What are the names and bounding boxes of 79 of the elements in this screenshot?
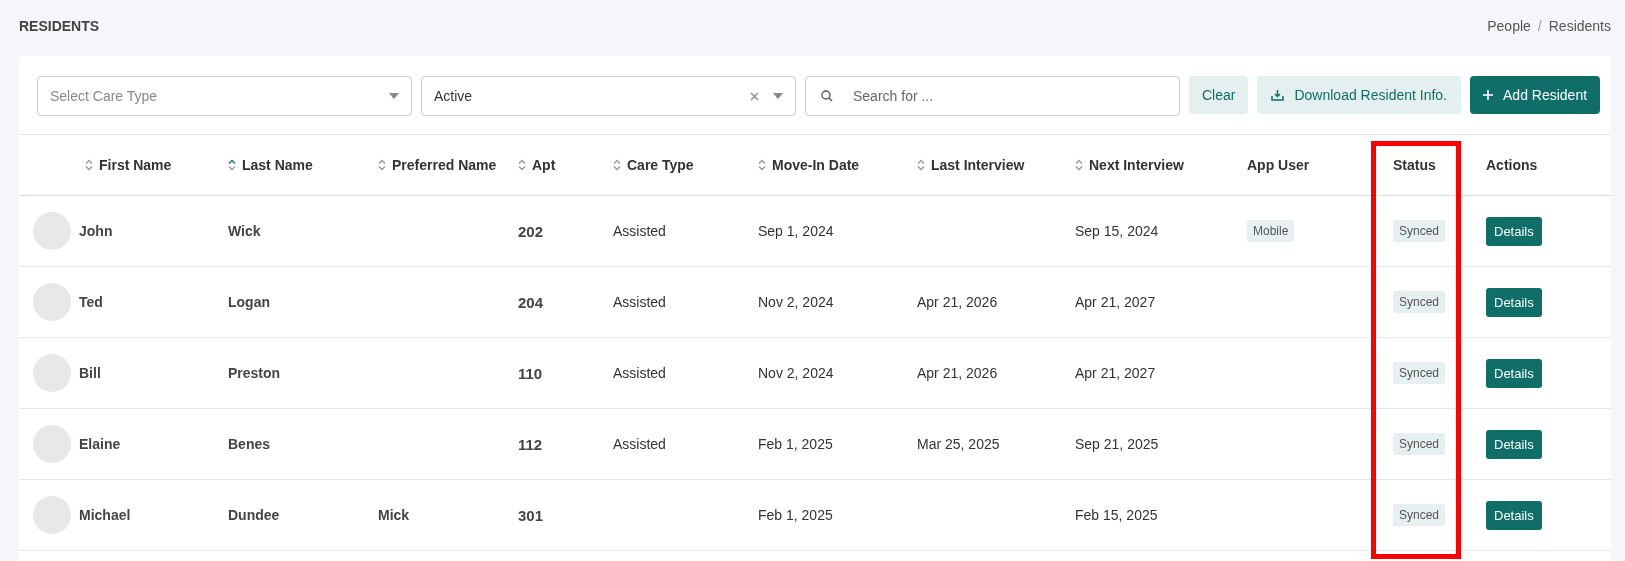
first-name: Ted — [79, 294, 103, 310]
apartment-number: 204 — [518, 293, 544, 311]
status-tag: Synced — [1393, 504, 1446, 526]
preferred-name: Mick — [378, 507, 410, 523]
next-interview-date: Sep 15, 2024 — [1075, 223, 1159, 239]
status-tag: Synced — [1393, 220, 1446, 242]
sort-icon[interactable] — [228, 159, 236, 171]
column-header: First Name — [99, 157, 172, 173]
clear-button[interactable]: Clear — [1189, 76, 1249, 114]
care-type: Assisted — [613, 294, 666, 310]
move-in-date: Nov 2, 2024 — [758, 294, 834, 310]
sort-icon[interactable] — [1075, 159, 1083, 171]
care-type: Assisted — [613, 223, 666, 239]
caret-icon — [773, 93, 783, 99]
first-name: John — [79, 223, 113, 239]
first-name: Bill — [79, 365, 101, 381]
column-header: Status — [1393, 157, 1436, 173]
breadcrumb-link[interactable]: Residents — [1548, 18, 1611, 34]
details-button[interactable]: Details — [1486, 287, 1542, 317]
sort-icon[interactable] — [917, 159, 925, 171]
move-in-date: Feb 1, 2025 — [758, 436, 833, 452]
apartment-number: 202 — [518, 222, 544, 240]
first-name: Michael — [79, 507, 131, 523]
last-name: Wick — [228, 223, 261, 239]
column-header: Care Type — [627, 157, 694, 173]
caret-icon — [389, 93, 399, 99]
last-name: Preston — [228, 365, 281, 381]
last-name: Benes — [228, 436, 271, 452]
details-button[interactable]: Details — [1486, 500, 1542, 530]
column-header: Next Interview — [1089, 157, 1184, 173]
care-type: Assisted — [613, 365, 666, 381]
plus-icon — [1483, 90, 1493, 100]
column-header: Preferred Name — [392, 157, 497, 173]
page-title: RESIDENTS — [19, 18, 100, 34]
breadcrumb-separator: / — [1537, 18, 1542, 34]
search-field[interactable]: Search for ... — [805, 76, 1180, 116]
first-name: Elaine — [79, 436, 121, 452]
care-type: Assisted — [613, 436, 666, 452]
care-type-select[interactable]: Select Care Type — [37, 76, 412, 116]
column-header: Move-In Date — [772, 157, 860, 173]
search-icon — [821, 90, 833, 102]
last-interview-date: Apr 21, 2026 — [917, 365, 998, 381]
status-select[interactable]: Active — [421, 76, 796, 116]
status-tag: Synced — [1393, 433, 1446, 455]
column-header: Last Interview — [931, 157, 1025, 173]
last-interview-date: Mar 25, 2025 — [917, 436, 1000, 452]
sort-icon[interactable] — [613, 159, 621, 171]
last-name: Logan — [228, 294, 270, 310]
sort-icon[interactable] — [378, 159, 386, 171]
apartment-number: 112 — [518, 435, 543, 453]
column-header: Last Name — [242, 157, 313, 173]
column-header: Apt — [532, 157, 556, 173]
download-icon — [1271, 89, 1285, 101]
next-interview-date: Apr 21, 2027 — [1075, 365, 1156, 381]
column-header: Actions — [1486, 157, 1538, 173]
sort-icon[interactable] — [518, 159, 526, 171]
add-resident-button[interactable]: Add Resident — [1470, 76, 1601, 114]
app-user-tag: Mobile — [1247, 220, 1295, 242]
apartment-number: 301 — [518, 506, 544, 524]
next-interview-date: Apr 21, 2027 — [1075, 294, 1156, 310]
breadcrumb-link[interactable]: People — [1487, 18, 1531, 34]
apartment-number: 110 — [518, 364, 543, 382]
clear-icon[interactable] — [750, 91, 759, 101]
next-interview-date: Feb 15, 2025 — [1075, 507, 1158, 523]
last-name: Dundee — [228, 507, 280, 523]
status-tag: Synced — [1393, 362, 1446, 384]
sort-icon[interactable] — [758, 159, 766, 171]
details-button[interactable]: Details — [1486, 358, 1542, 388]
move-in-date: Feb 1, 2025 — [758, 507, 833, 523]
last-interview-date: Apr 21, 2026 — [917, 294, 998, 310]
status-tag: Synced — [1393, 291, 1446, 313]
next-interview-date: Sep 21, 2025 — [1075, 436, 1159, 452]
details-button[interactable]: Details — [1486, 429, 1542, 459]
details-button[interactable]: Details — [1486, 216, 1542, 246]
move-in-date: Sep 1, 2024 — [758, 223, 834, 239]
column-header: App User — [1247, 157, 1310, 173]
sort-icon[interactable] — [85, 159, 93, 171]
move-in-date: Nov 2, 2024 — [758, 365, 834, 381]
download-button[interactable]: Download Resident Info. — [1257, 76, 1461, 114]
